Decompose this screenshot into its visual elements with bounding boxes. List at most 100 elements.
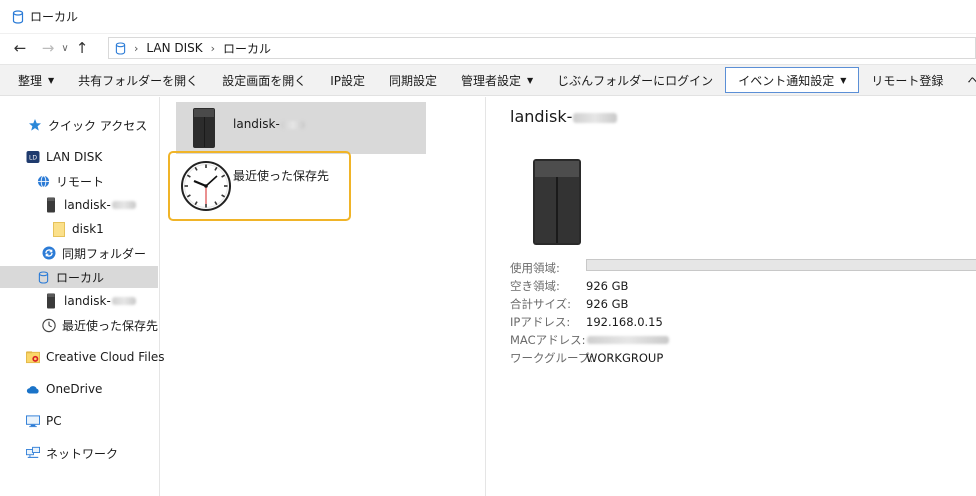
- local-disk-icon: [36, 270, 50, 284]
- ip-address-label: IPアドレス:: [510, 315, 571, 329]
- folder-icon: [52, 221, 66, 237]
- breadcrumb-local[interactable]: ローカル: [223, 40, 271, 57]
- ip-settings-button[interactable]: IP設定: [318, 67, 377, 93]
- ip-address-value: 192.168.0.15: [586, 315, 663, 329]
- nav-creative-cloud-files[interactable]: Creative Cloud Files: [0, 346, 165, 368]
- redacted-name: [111, 201, 136, 209]
- nav-remote[interactable]: リモート: [0, 170, 158, 192]
- caret-down-icon: ▼: [840, 75, 847, 85]
- device-tile-name: landisk-: [233, 117, 280, 131]
- globe-icon: [36, 174, 50, 188]
- lan-disk-icon: LD: [26, 150, 40, 164]
- local-disk-icon: [115, 41, 126, 55]
- nav-onedrive[interactable]: OneDrive: [0, 378, 158, 400]
- up-arrow-icon[interactable]: ↑: [72, 38, 92, 58]
- details-device-name: landisk-: [510, 107, 573, 126]
- creative-cloud-folder-icon: [26, 350, 40, 364]
- ip-settings-label: IP設定: [330, 73, 365, 88]
- event-notification-settings-button[interactable]: イベント通知設定 ▼: [725, 67, 860, 93]
- admin-settings-label: 管理者設定: [461, 73, 522, 88]
- total-size-label: 合計サイズ:: [510, 297, 572, 311]
- mac-address-label: MACアドレス:: [510, 333, 586, 347]
- sync-settings-label: 同期設定: [388, 73, 437, 88]
- help-label: ヘルプ: [967, 73, 976, 88]
- cloud-icon: [26, 382, 40, 396]
- address-bar[interactable]: › LAN DISK › ローカル: [108, 37, 976, 59]
- network-icon: [26, 446, 40, 460]
- nav-disk1[interactable]: disk1: [0, 218, 158, 240]
- window-title: ローカル: [30, 10, 79, 24]
- my-folder-login-label: じぶんフォルダーにログイン: [557, 73, 714, 88]
- redacted-name: [111, 297, 136, 305]
- nav-label: OneDrive: [46, 382, 103, 396]
- breadcrumb-separator-icon[interactable]: ›: [134, 42, 138, 55]
- sync-icon: [42, 246, 56, 260]
- nav-label: landisk-: [64, 198, 111, 212]
- nav-label: ローカル: [56, 270, 105, 285]
- address-row: ← → ∨ ↑ › LAN DISK › ローカル: [0, 34, 976, 62]
- recent-locations-tile-label: 最近使った保存先: [233, 169, 330, 183]
- nav-quick-access[interactable]: クイック アクセス: [0, 114, 158, 136]
- nav-lan-disk[interactable]: LD LAN DISK: [0, 146, 158, 168]
- sync-settings-button[interactable]: 同期設定: [377, 67, 449, 93]
- my-folder-login-button[interactable]: じぶんフォルダーにログイン: [545, 67, 725, 93]
- content-pane: landisk- 最近使った保存先: [161, 97, 486, 496]
- device-tile[interactable]: landisk-: [176, 102, 426, 154]
- device-tile-label: landisk-: [233, 117, 305, 131]
- total-size-row: 合計サイズ: 926 GB: [510, 295, 628, 313]
- workgroup-label: ワークグループ:: [510, 351, 594, 365]
- free-space-value: 926 GB: [586, 279, 629, 293]
- total-size-value: 926 GB: [586, 297, 629, 311]
- breadcrumb-separator-icon[interactable]: ›: [211, 42, 215, 55]
- help-button[interactable]: ヘルプ: [955, 67, 976, 93]
- usage-bar: [586, 259, 976, 271]
- nav-label: LAN DISK: [46, 150, 103, 164]
- back-arrow-icon[interactable]: ←: [10, 38, 30, 58]
- nav-network[interactable]: ネットワーク: [0, 442, 158, 464]
- monitor-icon: [26, 414, 40, 428]
- nav-local[interactable]: ローカル: [0, 266, 158, 288]
- redacted-mac-value: [587, 336, 669, 344]
- nav-local-device[interactable]: landisk-: [0, 290, 158, 312]
- admin-settings-button[interactable]: 管理者設定 ▼: [449, 67, 545, 93]
- nas-device-icon: [193, 108, 215, 148]
- nav-label: クイック アクセス: [48, 118, 148, 133]
- clock-icon: [42, 318, 56, 332]
- nav-label: Creative Cloud Files: [46, 350, 165, 364]
- open-settings-button[interactable]: 設定画面を開く: [210, 67, 318, 93]
- nas-device-large-icon: [533, 159, 581, 245]
- title-bar: ローカル: [0, 0, 976, 34]
- caret-down-icon: ▼: [48, 75, 55, 85]
- nav-label: disk1: [72, 222, 104, 236]
- nav-recent-locations[interactable]: 最近使った保存先: [0, 314, 158, 336]
- workgroup-row: ワークグループ: WORKGROUP: [510, 349, 663, 367]
- open-shared-folder-label: 共有フォルダーを開く: [78, 73, 199, 88]
- remote-register-label: リモート登録: [871, 73, 944, 88]
- nav-sync-folder[interactable]: 同期フォルダー: [0, 242, 158, 264]
- nav-remote-device[interactable]: landisk-: [0, 194, 158, 216]
- svg-text:LD: LD: [29, 155, 37, 162]
- recent-locations-chevron-icon[interactable]: ∨: [58, 38, 72, 58]
- open-settings-label: 設定画面を開く: [222, 73, 307, 88]
- open-shared-folder-button[interactable]: 共有フォルダーを開く: [66, 67, 210, 93]
- nav-pc[interactable]: PC: [0, 410, 158, 432]
- nav-label: 最近使った保存先: [62, 318, 159, 333]
- redacted-name: [573, 112, 618, 123]
- star-icon: [28, 118, 42, 132]
- recent-locations-tile[interactable]: 最近使った保存先: [168, 151, 351, 221]
- free-space-row: 空き領域: 926 GB: [510, 277, 628, 295]
- organize-button[interactable]: 整理 ▼: [6, 67, 66, 93]
- nav-label: 同期フォルダー: [62, 246, 147, 261]
- usage-label: 使用領域:: [510, 261, 560, 275]
- details-title: landisk-: [510, 107, 618, 126]
- nav-label: landisk-: [64, 294, 111, 308]
- forward-arrow-icon[interactable]: →: [38, 38, 58, 58]
- details-pane: landisk- 使用領域: 空き領域: 926 GB 合計サイズ: 926 G…: [487, 97, 976, 496]
- event-notification-settings-label: イベント通知設定: [738, 73, 835, 88]
- local-disk-icon: [12, 9, 24, 24]
- organize-label: 整理: [18, 73, 43, 88]
- remote-register-button[interactable]: リモート登録: [859, 67, 955, 93]
- nas-device-icon: [44, 293, 58, 309]
- breadcrumb-lan-disk[interactable]: LAN DISK: [146, 41, 202, 55]
- redacted-name: [280, 120, 305, 129]
